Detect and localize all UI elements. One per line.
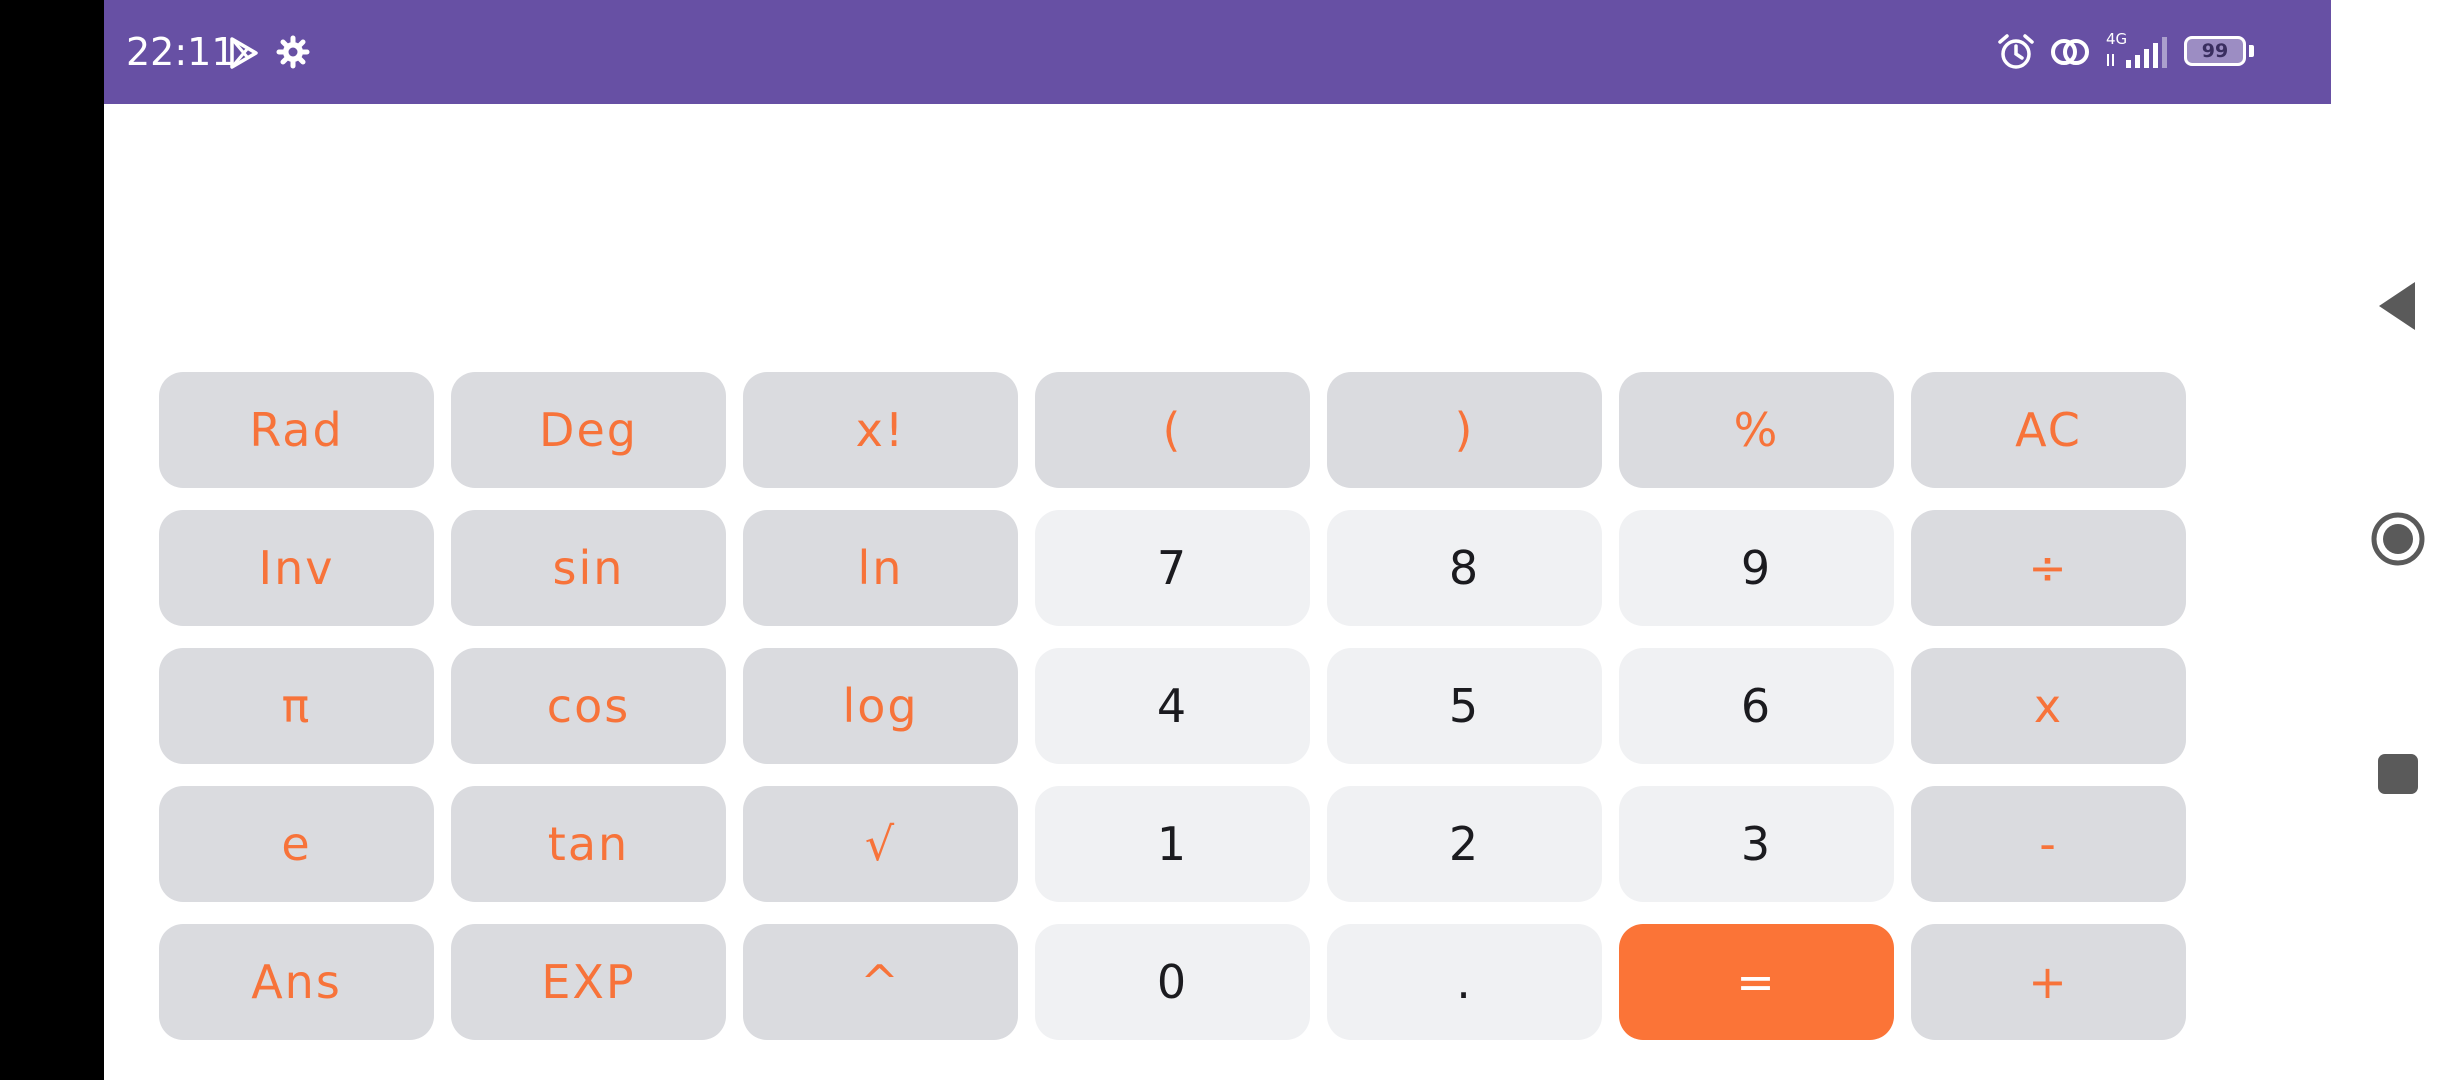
- decimal-point-key[interactable]: .: [1327, 924, 1602, 1040]
- digit-2-key[interactable]: 2: [1327, 786, 1602, 902]
- log-key[interactable]: log: [743, 648, 1018, 764]
- all-clear-key[interactable]: AC: [1911, 372, 2186, 488]
- digit-9-key[interactable]: 9: [1619, 510, 1894, 626]
- tan-key[interactable]: tan: [451, 786, 726, 902]
- exp-key[interactable]: EXP: [451, 924, 726, 1040]
- sin-key[interactable]: sin: [451, 510, 726, 626]
- power-key[interactable]: ^: [743, 924, 1018, 1040]
- 4g-signal-icon: 4G: [2106, 30, 2167, 68]
- battery-level: 99: [2201, 40, 2229, 62]
- svg-text:4G: 4G: [2106, 30, 2127, 48]
- ln-key[interactable]: ln: [743, 510, 1018, 626]
- ans-key[interactable]: Ans: [159, 924, 434, 1040]
- inverse-key[interactable]: Inv: [159, 510, 434, 626]
- calculator-display: [104, 104, 2331, 366]
- battery-icon: 99: [2184, 36, 2246, 66]
- play-store-icon: [230, 37, 258, 69]
- multiply-key[interactable]: x: [1911, 648, 2186, 764]
- digit-5-key[interactable]: 5: [1327, 648, 1602, 764]
- open-paren-key[interactable]: (: [1035, 372, 1310, 488]
- divide-key[interactable]: ÷: [1911, 510, 2186, 626]
- close-paren-key[interactable]: ): [1327, 372, 1602, 488]
- digit-7-key[interactable]: 7: [1035, 510, 1310, 626]
- pi-key[interactable]: π: [159, 648, 434, 764]
- back-triangle-icon[interactable]: [2375, 278, 2419, 334]
- percent-key[interactable]: %: [1619, 372, 1894, 488]
- digit-8-key[interactable]: 8: [1327, 510, 1602, 626]
- battery-tip: [2249, 45, 2254, 57]
- deg-key[interactable]: Deg: [451, 372, 726, 488]
- digit-6-key[interactable]: 6: [1619, 648, 1894, 764]
- navigation-bar: [2331, 0, 2460, 1080]
- add-key[interactable]: +: [1911, 924, 2186, 1040]
- factorial-key[interactable]: x!: [743, 372, 1018, 488]
- left-black-margin: [0, 0, 104, 1080]
- digit-0-key[interactable]: 0: [1035, 924, 1310, 1040]
- status-bar: 22:11 4G 99: [104, 0, 2331, 104]
- digit-4-key[interactable]: 4: [1035, 648, 1310, 764]
- status-time: 22:11: [126, 30, 236, 74]
- hotspot-link-icon: [2051, 39, 2089, 65]
- home-circle-icon[interactable]: [2369, 510, 2427, 568]
- cos-key[interactable]: cos: [451, 648, 726, 764]
- recents-square-icon[interactable]: [2376, 752, 2420, 796]
- equals-key[interactable]: =: [1619, 924, 1894, 1040]
- subtract-key[interactable]: -: [1911, 786, 2186, 902]
- digit-1-key[interactable]: 1: [1035, 786, 1310, 902]
- digit-3-key[interactable]: 3: [1619, 786, 1894, 902]
- settings-gear-icon: [276, 35, 310, 69]
- euler-key[interactable]: e: [159, 786, 434, 902]
- rad-key[interactable]: Rad: [159, 372, 434, 488]
- alarm-icon: [1998, 34, 2034, 69]
- sqrt-key[interactable]: √: [743, 786, 1018, 902]
